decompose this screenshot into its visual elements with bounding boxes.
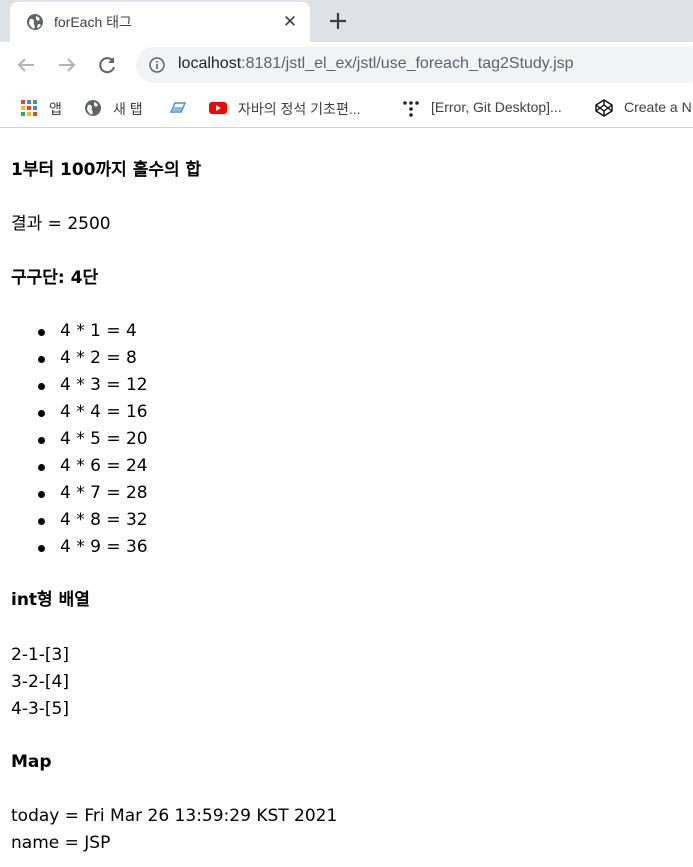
array-line: 4-3-[5] (11, 699, 69, 719)
edge-like-icon (169, 102, 187, 113)
bullet-icon (38, 491, 45, 498)
bullet-icon (38, 437, 45, 444)
dots-icon (403, 101, 419, 117)
bullet-icon (38, 464, 45, 471)
bullet-icon (38, 356, 45, 363)
map-line: today = Fri Mar 26 13:59:29 KST 2021 (11, 806, 338, 826)
url-text[interactable]: localhost:8181/jstl_el_ex/jstl/use_forea… (178, 55, 574, 73)
list-item-text: 4 * 8 = 32 (60, 510, 148, 530)
reload-icon[interactable] (95, 53, 119, 77)
bookmark-label: 새 탭 (113, 101, 143, 117)
list-item-text: 4 * 4 = 16 (60, 402, 148, 422)
list-item: 4 * 4 = 16 (11, 399, 148, 426)
odd-sum-heading: 1부터 100까지 홀수의 합 (11, 160, 202, 180)
youtube-icon (209, 102, 227, 114)
new-tab-plus-icon[interactable] (326, 9, 350, 33)
bookmark-apps[interactable]: 앱 (20, 97, 70, 119)
list-item: 4 * 3 = 12 (11, 372, 148, 399)
int-array-heading: int형 배열 (11, 590, 90, 610)
array-line: 3-2-[4] (11, 672, 69, 692)
list-item-text: 4 * 1 = 4 (60, 321, 137, 341)
tab-strip: forEach 태그 ✕ (0, 0, 693, 42)
list-item-text: 4 * 6 = 24 (60, 456, 148, 476)
gugudan-heading: 구구단: 4단 (11, 268, 99, 288)
list-item: 4 * 6 = 24 (11, 453, 148, 480)
list-item: 4 * 2 = 8 (11, 345, 148, 372)
list-item: 4 * 9 = 36 (11, 534, 148, 561)
bullet-icon (38, 383, 45, 390)
map-heading: Map (11, 752, 52, 772)
list-item: 4 * 5 = 20 (11, 426, 148, 453)
globe-icon (85, 100, 101, 116)
list-item-text: 4 * 9 = 36 (60, 537, 148, 557)
bookmark-new-tab[interactable]: 새 탭 (84, 97, 154, 119)
list-item: 4 * 7 = 28 (11, 480, 148, 507)
bookmark-label: Create a N (624, 99, 692, 115)
bullet-icon (38, 329, 45, 336)
bookmark-label: 앱 (49, 101, 62, 117)
back-arrow-icon[interactable] (14, 53, 38, 77)
bookmark-youtube[interactable]: 자바의 정석 기초편... (209, 97, 389, 119)
odd-sum-result: 결과 = 2500 (11, 214, 111, 234)
bookmark-git-desktop[interactable]: [Error, Git Desktop]... (402, 97, 582, 119)
address-bar[interactable]: localhost:8181/jstl_el_ex/jstl/use_forea… (136, 47, 693, 83)
close-tab-icon[interactable]: ✕ (280, 12, 300, 32)
bookmark-label: 자바의 정석 기초편... (238, 101, 361, 117)
bullet-icon (38, 518, 45, 525)
bookmark-codepen[interactable]: Create a N (595, 97, 693, 119)
bookmark-edge[interactable] (169, 97, 193, 119)
tab-title: forEach 태그 (54, 14, 132, 30)
bookmark-label: [Error, Git Desktop]... (431, 99, 562, 115)
bullet-icon (38, 410, 45, 417)
forward-arrow-icon[interactable] (55, 53, 79, 77)
globe-icon (27, 14, 43, 30)
codepen-icon (595, 99, 613, 117)
map-line: name = JSP (11, 833, 111, 853)
info-icon[interactable] (149, 57, 165, 73)
list-item-text: 4 * 2 = 8 (60, 348, 137, 368)
bookmarks-bar: 앱 새 탭 자바의 정석 기초편... [Error, Git Desktop]… (0, 88, 693, 128)
url-host: localhost (178, 55, 242, 72)
list-item-text: 4 * 3 = 12 (60, 375, 148, 395)
list-item: 4 * 8 = 32 (11, 507, 148, 534)
array-line: 2-1-[3] (11, 645, 69, 665)
apps-grid-icon (21, 100, 37, 116)
url-path: :8181/jstl_el_ex/jstl/use_foreach_tag2St… (241, 55, 574, 72)
list-item: 4 * 1 = 4 (11, 318, 148, 345)
browser-tab[interactable]: forEach 태그 ✕ (10, 2, 310, 42)
list-item-text: 4 * 7 = 28 (60, 483, 148, 503)
gugudan-list: 4 * 1 = 4 4 * 2 = 8 4 * 3 = 12 4 * 4 = 1… (11, 318, 148, 561)
list-item-text: 4 * 5 = 20 (60, 429, 148, 449)
bullet-icon (38, 545, 45, 552)
browser-toolbar: localhost:8181/jstl_el_ex/jstl/use_forea… (0, 42, 693, 88)
